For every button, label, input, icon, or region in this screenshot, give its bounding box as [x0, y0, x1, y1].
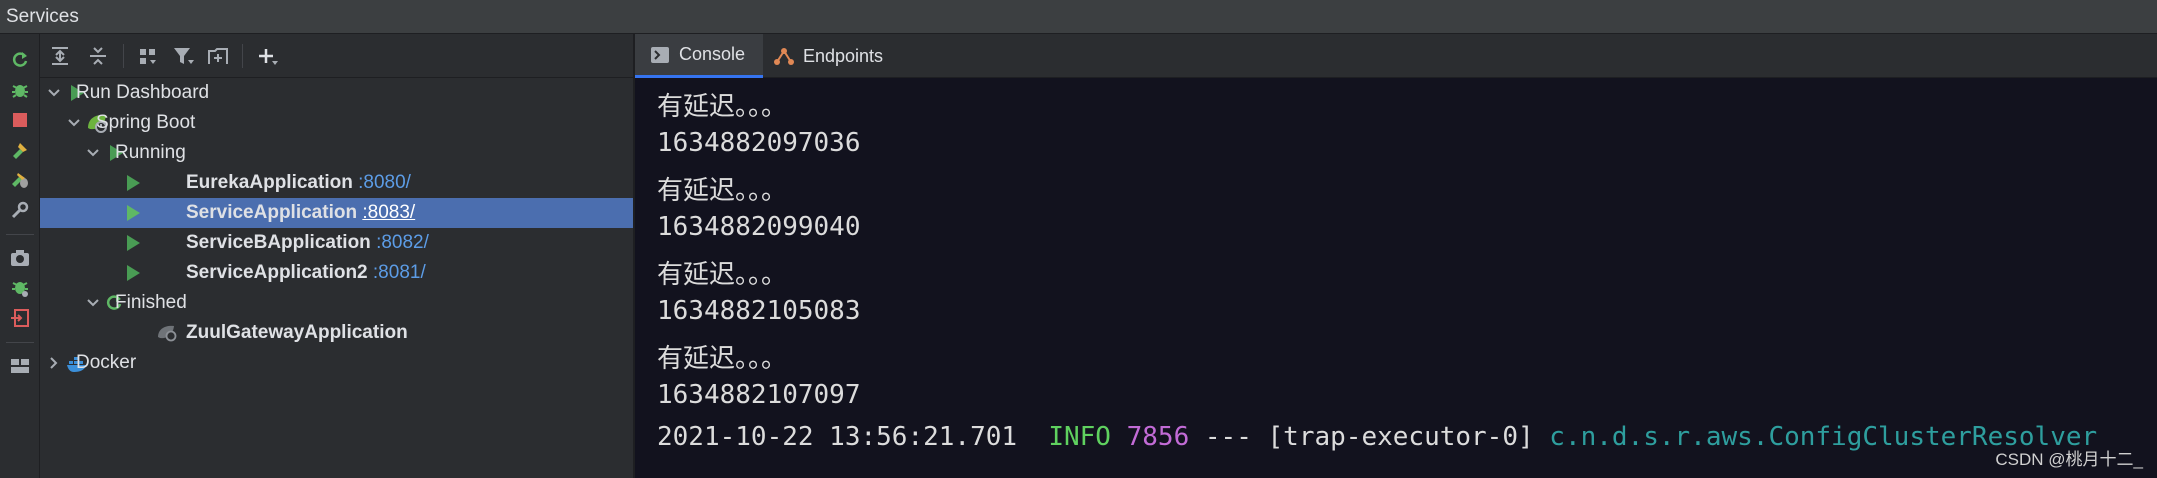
chevron-down-icon[interactable]	[67, 116, 81, 130]
chevron-down-icon[interactable]	[86, 146, 100, 160]
app-name: ZuulGatewayApplication	[186, 322, 408, 343]
spring-boot-inactive-icon	[156, 322, 178, 344]
app-name: ServiceApplication2	[186, 262, 368, 283]
tree-item-serviceb-application[interactable]: ServiceBApplication :8082/	[40, 228, 633, 258]
tab-console[interactable]: Console	[635, 34, 763, 78]
stop-icon[interactable]	[6, 106, 34, 134]
tree-toolbar	[40, 34, 633, 78]
console-line: 1634882105083	[657, 296, 861, 326]
tree-item-service-application2[interactable]: ServiceApplication2 :8081/	[40, 258, 633, 288]
log-timestamp: 2021-10-22 13:56:21.701	[657, 422, 1018, 452]
tree-item-label: Spring Boot	[96, 112, 196, 133]
log-pid: 7856	[1126, 422, 1190, 452]
wrench-icon[interactable]	[6, 196, 34, 224]
side-toolbar	[0, 34, 40, 478]
debug-icon[interactable]	[6, 76, 34, 104]
console-line: 1634882107097	[657, 380, 861, 410]
tab-endpoints[interactable]: Endpoints	[773, 34, 883, 78]
run-icon	[122, 172, 144, 194]
log-separator: ---	[1204, 422, 1252, 452]
toolbar-separator	[123, 44, 124, 68]
console-tabs: Console Endpoints	[635, 34, 2157, 78]
tree-item-label: ZuulGatewayApplication	[186, 322, 408, 344]
tree-item-label: ServiceApplication :8083/	[186, 202, 415, 224]
services-tree: Run Dashboard Spring Boot Running Eureka…	[40, 78, 633, 478]
toolbar-separator	[6, 342, 34, 343]
watermark: CSDN @桃月十二_	[1995, 450, 2143, 469]
console-line: 有延迟。。。	[657, 92, 788, 122]
tree-item-label: Docker	[76, 352, 137, 373]
tree-item-label: ServiceBApplication :8082/	[186, 232, 429, 254]
group-by-icon[interactable]	[134, 42, 162, 70]
console-line: 有延迟。。。	[657, 344, 788, 374]
tree-item-finished[interactable]: Finished	[40, 288, 633, 318]
tree-item-label: EurekaApplication :8080/	[186, 172, 411, 194]
port-link[interactable]: :8083/	[362, 202, 415, 223]
expand-all-icon[interactable]	[46, 42, 74, 70]
debug-settings-icon[interactable]	[6, 274, 34, 302]
app-name: ServiceBApplication	[186, 232, 371, 253]
tree-item-run-dashboard[interactable]: Run Dashboard	[40, 78, 633, 108]
tree-item-eureka-application[interactable]: EurekaApplication :8080/	[40, 168, 633, 198]
add-service-icon[interactable]	[254, 42, 282, 70]
tree-item-label: Run Dashboard	[76, 82, 210, 103]
camera-icon[interactable]	[6, 244, 34, 272]
tab-label: Console	[679, 44, 746, 64]
attach-icon[interactable]	[6, 304, 34, 332]
port-link[interactable]: :8081/	[373, 262, 426, 283]
console-line: 1634882099040	[657, 212, 861, 242]
layout-icon[interactable]	[6, 352, 34, 380]
collapse-all-icon[interactable]	[84, 42, 112, 70]
tree-item-service-application[interactable]: ServiceApplication :8083/	[40, 198, 633, 228]
toolbar-separator	[6, 234, 34, 235]
deploy-icon[interactable]	[6, 136, 34, 164]
tree-item-label: ServiceApplication2 :8081/	[186, 262, 426, 284]
tool-window-title: Services	[6, 6, 79, 27]
console-log-line: 2021-10-22 13:56:21.701 INFO 7856 --- [t…	[657, 422, 2097, 452]
tree-item-label: Running	[115, 142, 186, 163]
console-line: 1634882097036	[657, 128, 861, 158]
run-icon	[122, 232, 144, 254]
log-thread: [trap-executor-0]	[1267, 422, 1534, 452]
tree-item-docker[interactable]: Docker	[40, 348, 633, 378]
chevron-down-icon[interactable]	[47, 86, 61, 100]
tab-label: Endpoints	[803, 45, 884, 66]
tree-item-running[interactable]: Running	[40, 138, 633, 168]
console-line: 有延迟。。。	[657, 260, 788, 290]
chevron-down-icon[interactable]	[86, 296, 100, 310]
filter-icon[interactable]	[170, 42, 198, 70]
port-link[interactable]: :8082/	[376, 232, 429, 253]
run-icon	[122, 202, 144, 224]
endpoints-icon	[773, 46, 795, 66]
debug-deploy-icon[interactable]	[6, 166, 34, 194]
toolbar-separator	[242, 44, 243, 68]
port-link[interactable]: :8080/	[358, 172, 411, 193]
log-level: INFO	[1048, 422, 1111, 452]
new-group-icon[interactable]	[204, 42, 232, 70]
console-icon	[651, 46, 669, 63]
app-name: ServiceApplication	[186, 202, 358, 223]
chevron-right-icon[interactable]	[47, 356, 61, 370]
tool-window-header: Services	[0, 0, 2157, 34]
console-line: 有延迟。。。	[657, 176, 788, 206]
tree-item-zuul-gateway-application[interactable]: ZuulGatewayApplication	[40, 318, 633, 348]
tree-item-spring-boot[interactable]: Spring Boot	[40, 108, 633, 138]
tree-item-label: Finished	[115, 292, 187, 313]
app-name: EurekaApplication	[186, 172, 353, 193]
run-icon	[122, 262, 144, 284]
rerun-icon[interactable]	[6, 46, 34, 74]
console-output[interactable]: 有延迟。。。 1634882097036 有延迟。。。 163488209904…	[635, 78, 2157, 478]
